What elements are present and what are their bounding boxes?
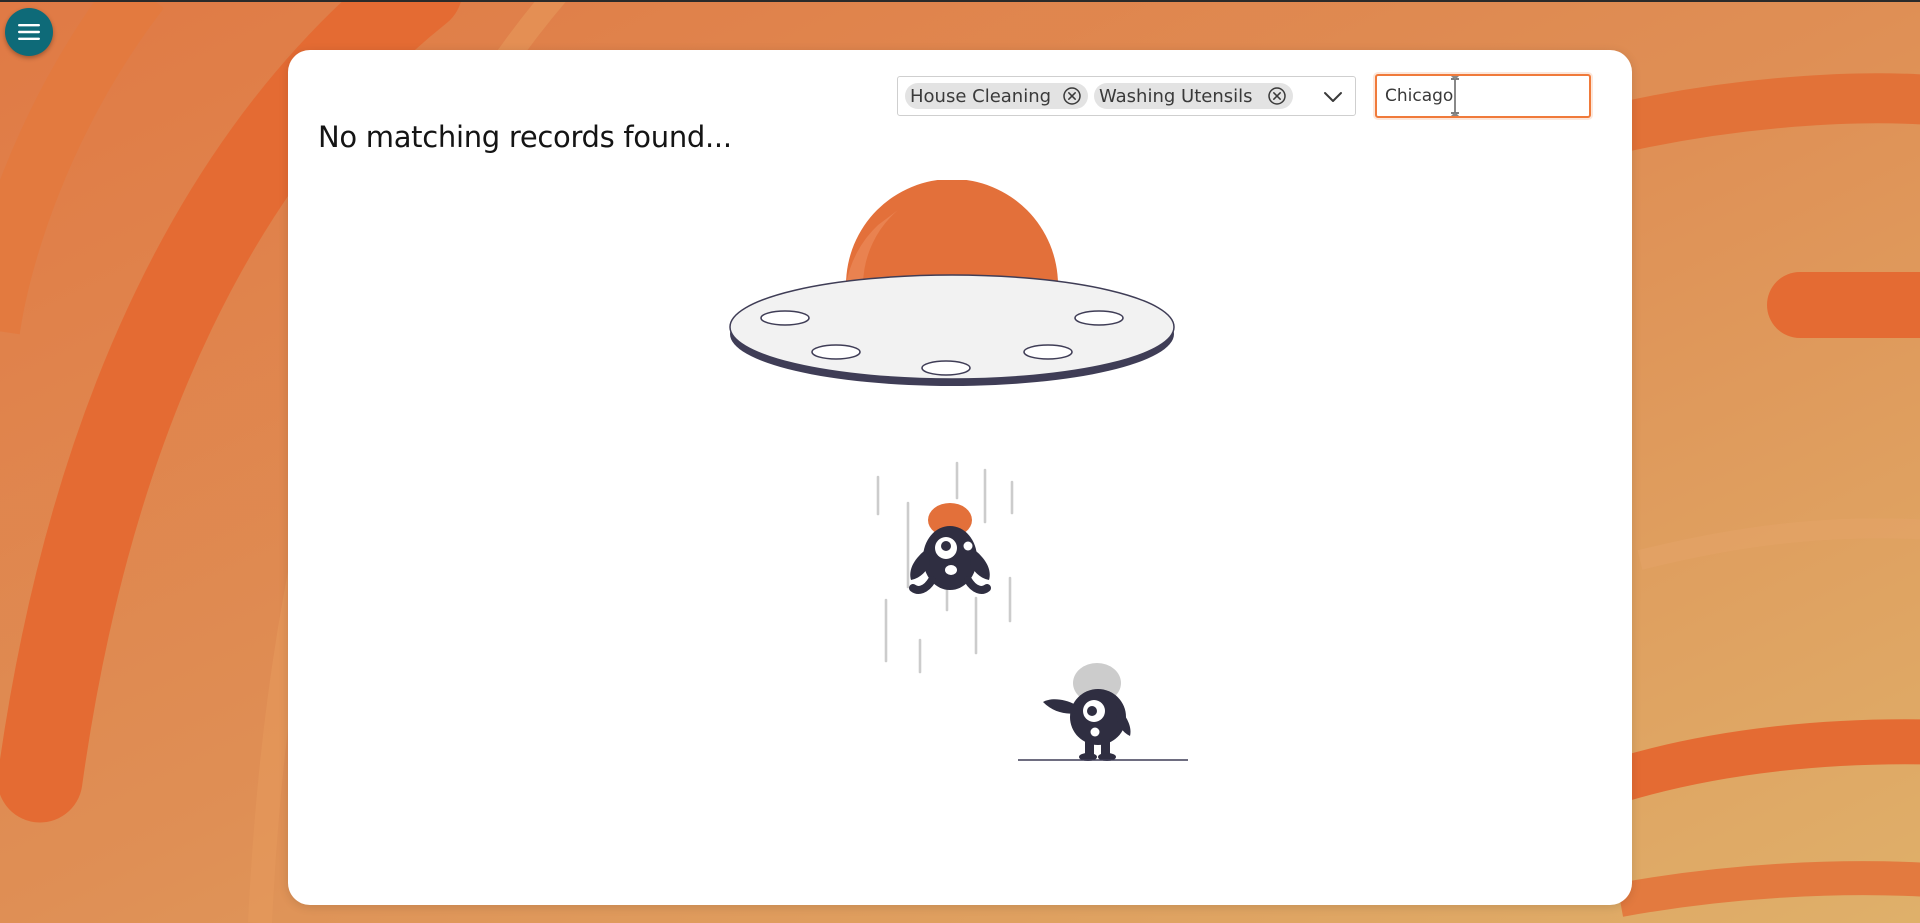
circle-x-icon[interactable]	[1062, 86, 1082, 106]
menu-button[interactable]	[5, 8, 53, 56]
filter-chip-house-cleaning: House Cleaning	[905, 83, 1088, 109]
results-card: House Cleaning Washing Utensils No match…	[288, 50, 1632, 905]
top-border	[0, 0, 1920, 2]
text-cursor-icon	[1451, 76, 1459, 116]
location-search-input[interactable]	[1375, 74, 1591, 118]
ufo-abduction-illustration	[729, 180, 1188, 761]
no-results-message: No matching records found...	[318, 120, 732, 154]
hamburger-menu-icon	[18, 24, 40, 40]
filter-chip-label: Washing Utensils	[1099, 85, 1253, 107]
category-multiselect[interactable]: House Cleaning Washing Utensils	[897, 76, 1356, 116]
circle-x-icon[interactable]	[1267, 86, 1287, 106]
chevron-down-icon[interactable]	[1321, 85, 1345, 109]
filter-chip-washing-utensils: Washing Utensils	[1094, 83, 1293, 109]
filter-chip-label: House Cleaning	[910, 85, 1052, 107]
